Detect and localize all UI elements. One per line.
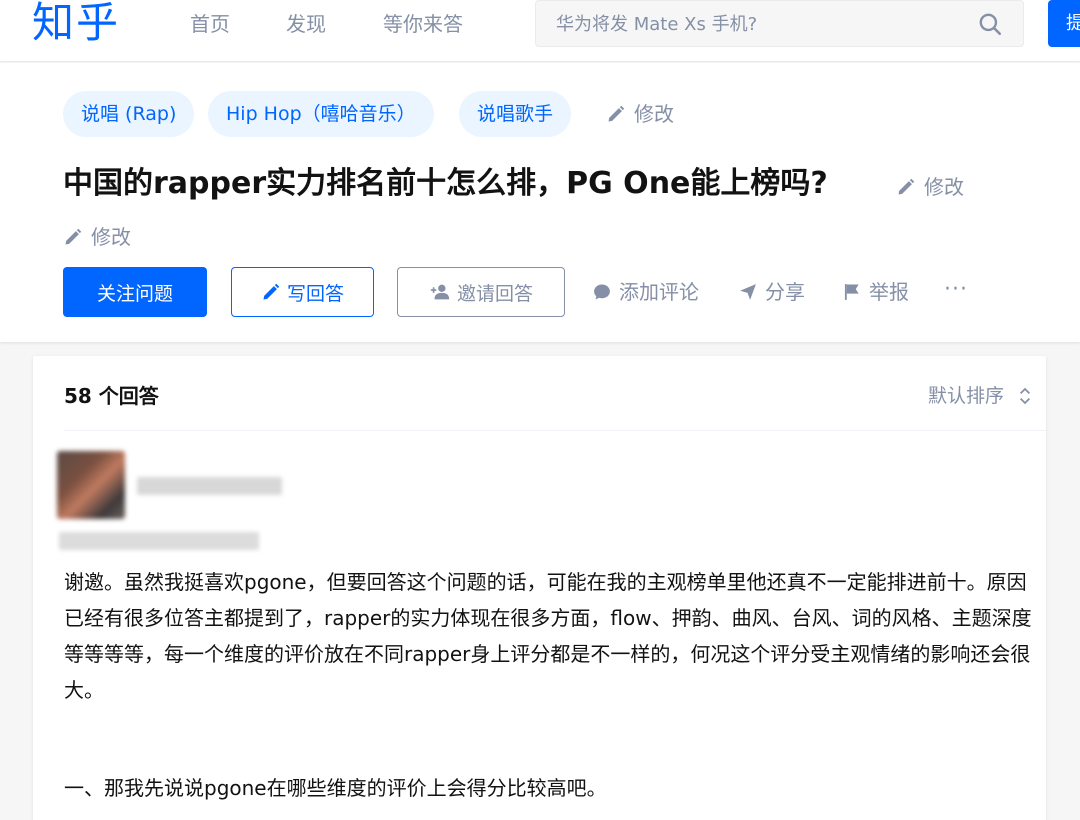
ask-question-button[interactable]: 提问 (1048, 0, 1080, 47)
answer-count: 58 个回答 (64, 384, 159, 408)
invite-answer-label: 邀请回答 (456, 282, 533, 305)
avatar[interactable] (57, 451, 125, 519)
invite-answer-button[interactable]: 邀请回答 (397, 267, 565, 317)
chevron-up-down-icon (1020, 387, 1030, 405)
pencil-icon (898, 178, 915, 195)
edit-description-button[interactable]: 修改 (63, 223, 131, 251)
nav-discover[interactable]: 发现 (286, 10, 326, 38)
author-name-blurred[interactable] (137, 477, 282, 495)
edit-label: 修改 (634, 102, 674, 126)
divider (64, 430, 1046, 431)
add-comment-button[interactable]: 添加评论 (592, 278, 699, 306)
topic-tag-rapper[interactable]: 说唱歌手 (459, 91, 572, 137)
follow-question-button[interactable]: 关注问题 (63, 267, 207, 317)
add-user-icon (430, 284, 450, 300)
search-box (535, 0, 1024, 47)
nav-waiting-answers[interactable]: 等你来答 (383, 10, 463, 38)
report-button[interactable]: 举报 (842, 278, 909, 306)
pencil-icon (263, 283, 280, 300)
comment-icon (594, 284, 610, 300)
nav-home[interactable]: 首页 (190, 10, 230, 38)
sort-dropdown[interactable]: 默认排序 (928, 382, 1032, 410)
answer-paragraph: 一、那我先说说pgone在哪些维度的评价上会得分比较高吧。 (64, 776, 607, 800)
author-headline-blurred (59, 532, 259, 550)
topic-tag-hiphop[interactable]: Hip Hop（嘻哈音乐） (208, 91, 434, 137)
more-options-button[interactable]: ··· (944, 278, 968, 302)
answer-paragraph: 谢邀。虽然我挺喜欢pgone，但要回答这个问题的话，可能在我的主观榜单里他还真不… (64, 570, 1032, 702)
search-icon[interactable] (977, 11, 1003, 37)
share-label: 分享 (765, 280, 805, 304)
add-comment-label: 添加评论 (619, 280, 699, 304)
share-button[interactable]: 分享 (738, 278, 805, 306)
search-input[interactable] (556, 9, 956, 39)
zhihu-logo[interactable]: 知乎 (32, 0, 120, 50)
write-answer-button[interactable]: 写回答 (231, 267, 374, 317)
edit-topics-button[interactable]: 修改 (606, 100, 674, 128)
flag-icon (844, 284, 859, 300)
question-title: 中国的rapper实力排名前十怎么排，PG One能上榜吗? (63, 166, 828, 201)
write-answer-label: 写回答 (286, 282, 344, 305)
report-label: 举报 (869, 280, 909, 304)
edit-label: 修改 (91, 225, 131, 249)
top-bar: 知乎 首页 发现 等你来答 提问 (0, 0, 1080, 62)
pencil-icon (608, 105, 625, 122)
edit-title-button[interactable]: 修改 (896, 173, 964, 201)
pencil-icon (65, 228, 82, 245)
question-header: 说唱 (Rap) Hip Hop（嘻哈音乐） 说唱歌手 修改 中国的rapper… (0, 63, 1080, 342)
send-icon (740, 284, 756, 300)
topic-tag-rap[interactable]: 说唱 (Rap) (63, 91, 195, 137)
sort-label: 默认排序 (927, 385, 1004, 407)
answers-card: 58 个回答 默认排序 谢邀。虽然我挺喜欢pgone，但要回答这个问题的话，可能… (33, 356, 1046, 820)
edit-label: 修改 (924, 175, 964, 199)
